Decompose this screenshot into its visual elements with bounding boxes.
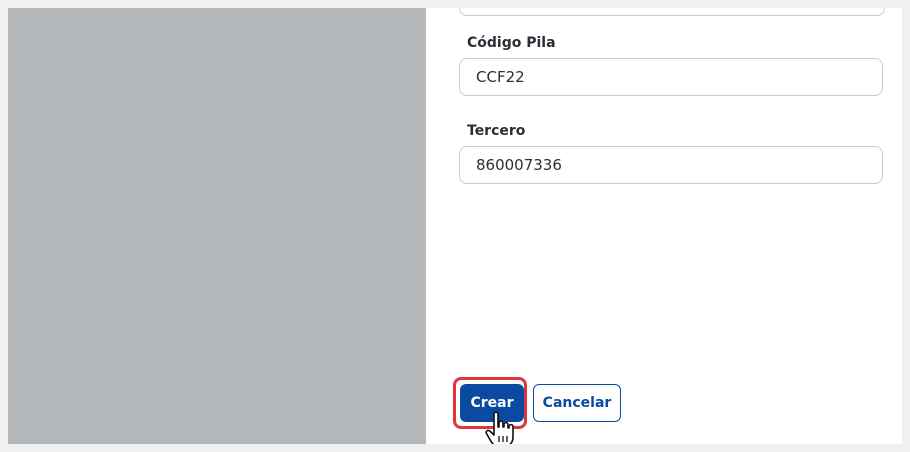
modal-backdrop[interactable] [8,8,426,444]
hand-pointer-icon [485,411,514,444]
tercero-label: Tercero [467,123,526,139]
tercero-value: 860007336 [476,156,562,174]
screen-frame: Código Pila CCF22 Tercero 860007336 Crea… [0,0,910,452]
codigo-pila-label: Código Pila [467,35,556,51]
tercero-input[interactable]: 860007336 [459,146,883,184]
codigo-pila-input[interactable]: CCF22 [459,58,883,96]
cancel-button[interactable]: Cancelar [533,384,621,422]
create-form-panel: Código Pila CCF22 Tercero 860007336 Crea… [426,8,902,444]
codigo-pila-value: CCF22 [476,68,525,86]
previous-field-input[interactable] [459,8,885,16]
